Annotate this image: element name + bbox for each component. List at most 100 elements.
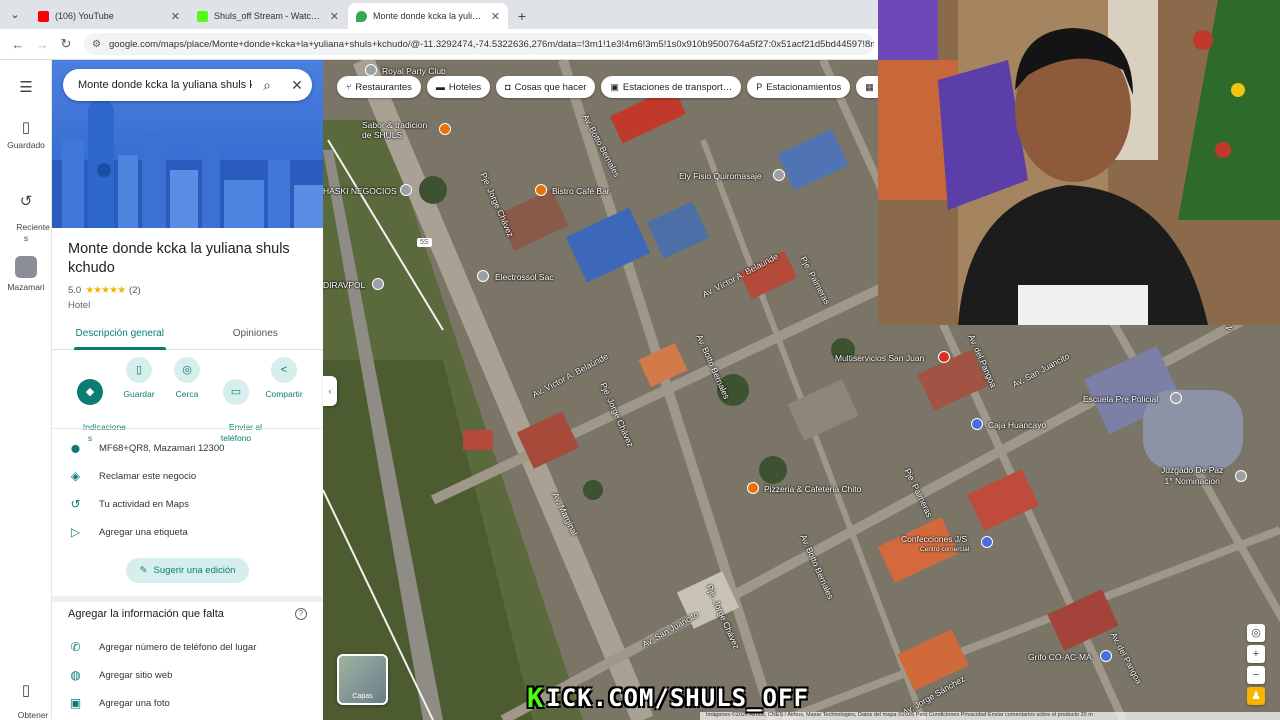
new-tab-button[interactable]: + — [509, 3, 535, 29]
poi-sabor-tradicion[interactable]: Sabor & tradicion de SHULS — [362, 120, 427, 140]
poi-pin-icon[interactable] — [372, 278, 384, 290]
label-icon: ▷ — [70, 525, 81, 539]
poi-pin-icon[interactable] — [400, 184, 412, 196]
gas-station-pin-icon[interactable] — [1100, 650, 1112, 662]
site-info-icon[interactable]: ⚙ — [92, 39, 101, 50]
poi-pin-icon[interactable] — [1170, 392, 1182, 404]
add-photo-row[interactable]: ▣ Agregar una foto — [52, 693, 323, 713]
tab-overview[interactable]: Descripción general — [52, 322, 188, 350]
reload-icon[interactable]: ↻ — [54, 36, 78, 52]
review-count[interactable]: (2) — [129, 285, 141, 296]
nearby-button[interactable]: ◎ Cerca — [161, 357, 213, 400]
address-row[interactable]: ⬤ MF68+QR8, Mazamari 12300 — [52, 438, 323, 458]
rail-label: Obtener app — [17, 710, 49, 720]
rail-label: Reciente s — [16, 222, 50, 243]
poi-escuela[interactable]: Escuela Pre Policial — [1083, 394, 1158, 404]
chip-label: Estaciones de transport… — [622, 81, 733, 93]
suggest-edit-button[interactable]: ✎ Sugerir una edición — [126, 558, 249, 583]
restaurant-pin-icon[interactable] — [439, 123, 451, 135]
info-text: Agregar una etiqueta — [99, 526, 188, 538]
poi-pin-icon[interactable] — [477, 270, 489, 282]
rail-recent[interactable]: ↺ Reciente s — [0, 174, 52, 255]
menu-button[interactable]: ☰ — [0, 78, 52, 100]
button-label: Sugerir una edición — [153, 565, 236, 576]
photo-icon: ▣ — [69, 696, 82, 710]
chip-hotels[interactable]: ▬ Hoteles — [426, 76, 491, 98]
back-icon[interactable]: ← — [6, 37, 30, 52]
phone-icon: ▭ — [223, 379, 249, 405]
share-button[interactable]: < Compartir — [258, 357, 310, 400]
zoom-in-button[interactable]: + — [1247, 645, 1265, 663]
poi-multiservicios[interactable]: Multiservicios San Juan — [835, 353, 924, 363]
rail-saved[interactable]: ▯ Guardado — [0, 118, 52, 150]
info-text: Tu actividad en Maps — [99, 498, 189, 510]
layers-button[interactable]: Capas — [337, 654, 388, 705]
search-icon[interactable]: ⌕ — [252, 77, 282, 94]
rail-get-app[interactable]: ▯ Obtener app — [0, 666, 52, 720]
rail-label: Guardado — [7, 140, 45, 150]
chip-transit[interactable]: ▣ Estaciones de transport… — [601, 76, 742, 98]
restaurant-pin-icon[interactable] — [747, 482, 759, 494]
poi-haski-negocios[interactable]: HASKI NEGOCIOS — [323, 186, 397, 196]
place-title: Monte donde kcka la yuliana shuls kchudo — [68, 241, 290, 276]
poi-pin-icon[interactable] — [1235, 470, 1247, 482]
zoom-out-button[interactable]: − — [1247, 666, 1265, 684]
poi-royal-party-club[interactable]: Royal Party Club — [382, 66, 446, 76]
chip-parking[interactable]: P Estacionamientos — [747, 76, 851, 98]
globe-icon: ◍ — [70, 668, 81, 682]
directions-icon: ◆ — [77, 379, 103, 405]
poi-pin-icon[interactable] — [365, 64, 377, 76]
pegman-icon[interactable]: ♟ — [1247, 687, 1265, 705]
close-icon[interactable]: ✕ — [171, 10, 180, 23]
maps-activity-row[interactable]: ↺ Tu actividad en Maps — [52, 494, 323, 514]
layers-label: Capas — [352, 693, 373, 700]
save-button[interactable]: ▯ Guardar — [113, 357, 165, 400]
poi-juzgado[interactable]: Juzgado De Paz 1° Nominacion — [1161, 465, 1223, 487]
help-icon[interactable]: ? — [295, 608, 307, 620]
address-bar[interactable]: ⚙ google.com/maps/place/Monte+donde+kcka… — [84, 33, 874, 55]
store-pin-icon[interactable] — [981, 536, 993, 548]
chip-things-to-do[interactable]: ◘ Cosas que hacer — [496, 76, 596, 98]
store-pin-icon[interactable] — [938, 351, 950, 363]
rail-mazamari[interactable]: Mazamari — [0, 256, 52, 292]
poi-caja-huancayo[interactable]: Caja Huancayo — [988, 420, 1046, 430]
tab-reviews[interactable]: Opiniones — [188, 322, 324, 349]
maps-rail: ☰ ▯ Guardado ↺ Reciente s Mazamari ▯ Obt… — [0, 60, 52, 720]
phone-icon: ▯ — [21, 682, 31, 699]
close-icon[interactable]: ✕ — [282, 77, 312, 94]
add-website-row[interactable]: ◍ Agregar sitio web — [52, 665, 323, 685]
chip-restaurants[interactable]: ⑂ Restaurantes — [337, 76, 421, 98]
building-icon: ▦ — [865, 81, 874, 92]
tab-maps[interactable]: Monte donde kcka la yuliana sh ✕ — [348, 3, 508, 29]
poi-ely-fisio[interactable]: Ely Fisio Quiromasaje — [679, 171, 762, 181]
claim-business-row[interactable]: ◈ Reclamar este negocio — [52, 466, 323, 486]
close-icon[interactable]: ✕ — [330, 10, 339, 23]
my-location-icon[interactable]: ◎ — [1247, 624, 1265, 642]
poi-pizzeria[interactable]: Pizzeria & Cafeteria Chito — [764, 484, 861, 494]
collapse-panel-button[interactable]: ‹ — [323, 376, 337, 406]
add-phone-row[interactable]: ✆ Agregar número de teléfono del lugar — [52, 637, 323, 657]
add-label-row[interactable]: ▷ Agregar una etiqueta — [52, 522, 323, 542]
rating-row[interactable]: 5.0 ★★★★★ (2) — [68, 285, 141, 296]
tab-kick[interactable]: Shuls_off Stream - Watch Live o ✕ — [189, 3, 347, 29]
star-rating-icon: ★★★★★ — [85, 285, 126, 296]
tab-youtube[interactable]: (106) YouTube ✕ — [30, 3, 188, 29]
chip-label: Hoteles — [448, 81, 482, 93]
poi-confecciones[interactable]: Confecciones J/S — [901, 534, 967, 544]
poi-bistro-cafe-bar[interactable]: Bistro Café Bar — [552, 186, 610, 196]
restaurant-pin-icon[interactable] — [535, 184, 547, 196]
place-panel: Monte donde kcka la yuliana shuls k ⌕ ✕ … — [52, 60, 323, 720]
search-input[interactable]: Monte donde kcka la yuliana shuls k — [78, 79, 252, 91]
poi-grifo[interactable]: Grifo CO-AC-MA — [1028, 652, 1092, 662]
close-icon[interactable]: ✕ — [491, 10, 500, 23]
bookmark-icon: ▯ — [21, 119, 31, 136]
info-text: Agregar una foto — [99, 697, 170, 709]
search-box[interactable]: Monte donde kcka la yuliana shuls k ⌕ ✕ — [63, 69, 312, 101]
poi-diravpol[interactable]: DIRAVPOL — [323, 280, 365, 290]
tab-search-icon[interactable]: ⌄ — [0, 0, 30, 29]
place-category[interactable]: Hotel — [68, 300, 90, 311]
poi-pin-icon[interactable] — [773, 169, 785, 181]
forward-icon[interactable]: → — [30, 37, 54, 52]
poi-electrossol[interactable]: Electrossol Sac — [495, 272, 554, 282]
bank-pin-icon[interactable] — [971, 418, 983, 430]
